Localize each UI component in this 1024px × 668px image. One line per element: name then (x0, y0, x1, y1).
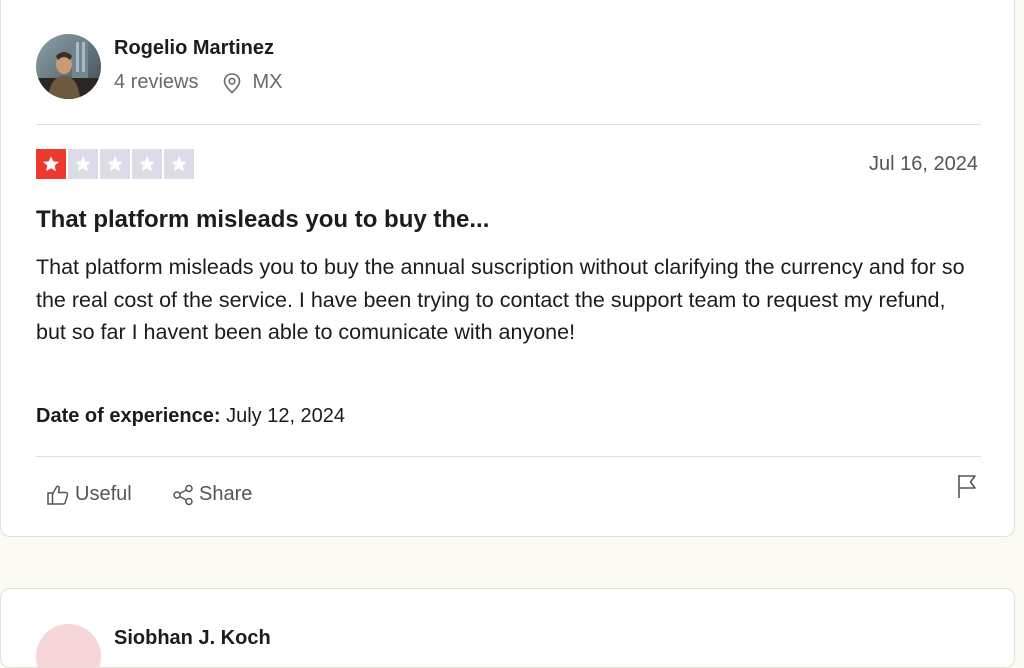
useful-label: Useful (75, 483, 132, 505)
share-label: Share (199, 483, 253, 505)
star-rating (36, 149, 194, 179)
next-review-card: Siobhan J. Koch (0, 588, 1015, 668)
author-location: MX (252, 71, 283, 93)
report-flag-icon[interactable] (956, 473, 978, 499)
thumbs-up-icon (46, 484, 70, 506)
experience-label: Date of experience: (36, 405, 221, 427)
author-reviews-count: 4 reviews (114, 71, 199, 93)
review-body: That platform misleads you to buy the an… (36, 255, 965, 344)
next-author-name[interactable]: Siobhan J. Koch (114, 627, 271, 650)
star-empty-icon (164, 149, 194, 179)
share-icon (172, 484, 194, 506)
header-divider (36, 124, 981, 125)
star-empty-icon (68, 149, 98, 179)
author-meta: 4 reviews MX (114, 71, 282, 94)
next-author-avatar[interactable] (36, 624, 101, 667)
review-date: Jul 16, 2024 (869, 153, 978, 175)
share-button[interactable]: Share (172, 483, 252, 506)
review-title[interactable]: That platform misleads you to buy the... (36, 206, 489, 234)
experience-date: July 12, 2024 (226, 405, 346, 427)
location-pin-icon (222, 72, 242, 94)
star-filled-icon (36, 149, 66, 179)
review-card: Rogelio Martinez 4 reviews MX Jul 16, 20… (0, 0, 1015, 537)
star-empty-icon (100, 149, 130, 179)
author-avatar[interactable] (36, 34, 101, 99)
star-empty-icon (132, 149, 162, 179)
footer-divider (36, 456, 981, 457)
date-of-experience: Date of experience: July 12, 2024 (36, 405, 345, 428)
useful-button[interactable]: Useful (46, 483, 132, 506)
author-name[interactable]: Rogelio Martinez (114, 37, 274, 60)
